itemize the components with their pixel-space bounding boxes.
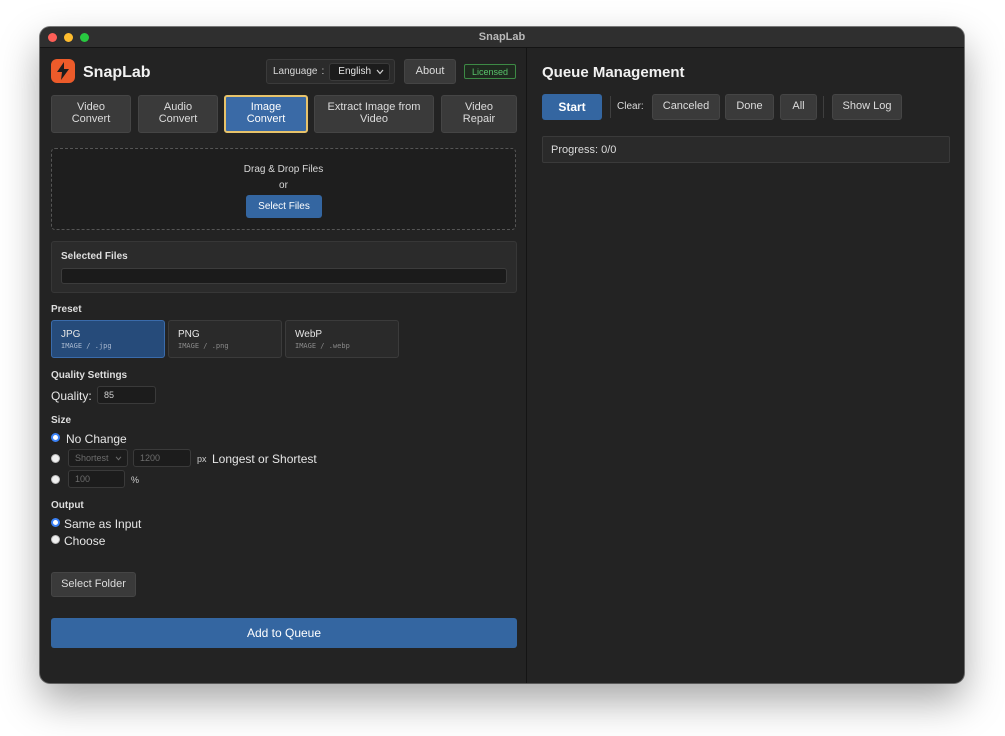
about-button[interactable]: About	[404, 59, 456, 84]
license-badge: Licensed	[464, 64, 516, 79]
selected-files-title: Selected Files	[61, 251, 128, 262]
size-px-input[interactable]: 1200	[133, 449, 191, 467]
zoom-window-button[interactable]	[80, 33, 89, 42]
language-value: English	[338, 66, 372, 77]
output-same-radio[interactable]	[51, 518, 60, 527]
queue-title: Queue Management	[542, 64, 685, 81]
select-folder-button[interactable]: Select Folder	[51, 572, 136, 597]
add-to-queue-button[interactable]: Add to Queue	[51, 618, 517, 648]
progress-status: Progress: 0/0	[542, 136, 950, 163]
preset-format: IMAGE / .webp	[295, 342, 350, 350]
title-bar[interactable]: SnapLab	[40, 27, 964, 48]
quality-input[interactable]: 85	[97, 386, 156, 404]
left-panel: SnapLab Language : English About License…	[40, 48, 527, 683]
size-percent-unit: %	[131, 475, 140, 485]
preset-name: PNG	[178, 329, 200, 340]
size-no-change-radio[interactable]	[51, 433, 60, 442]
quality-label: Quality:	[51, 389, 92, 403]
output-choose-label: Choose	[64, 534, 106, 548]
toolbar-divider	[823, 96, 824, 118]
preset-jpg[interactable]: JPG IMAGE / .jpg	[51, 320, 165, 358]
lightning-bolt-icon	[51, 59, 75, 83]
tab-image-convert[interactable]: Image Convert	[224, 95, 308, 133]
tab-label-line2: Video	[360, 113, 388, 125]
language-separator: :	[321, 66, 325, 77]
selected-files-list[interactable]	[61, 268, 507, 284]
clear-canceled-button[interactable]: Canceled	[652, 94, 720, 120]
size-mode-dropdown[interactable]: Shortest	[68, 449, 128, 467]
size-longest-label: Longest or Shortest	[212, 452, 317, 466]
size-title: Size	[51, 415, 72, 426]
tab-label-line2: Convert	[246, 113, 286, 125]
tab-video-convert[interactable]: Video Convert	[51, 95, 131, 133]
tab-audio-convert[interactable]: Audio Convert	[138, 95, 218, 133]
preset-title: Preset	[51, 304, 82, 315]
preset-name: JPG	[61, 329, 81, 340]
clear-done-button[interactable]: Done	[725, 94, 774, 120]
window-controls	[48, 33, 89, 42]
tab-label-line2: Convert	[158, 113, 198, 125]
language-selector: Language : English	[266, 59, 395, 84]
minimize-window-button[interactable]	[64, 33, 73, 42]
select-files-button[interactable]: Select Files	[246, 195, 322, 218]
language-dropdown[interactable]: English	[329, 62, 391, 81]
selected-files-panel: Selected Files	[51, 241, 517, 293]
output-title: Output	[51, 500, 84, 511]
chevron-down-icon	[115, 456, 122, 461]
tab-label-line2: Convert	[71, 113, 111, 125]
quality-title: Quality Settings	[51, 370, 128, 381]
chevron-down-icon	[376, 69, 384, 74]
close-window-button[interactable]	[48, 33, 57, 42]
preset-webp[interactable]: WebP IMAGE / .webp	[285, 320, 399, 358]
preset-format: IMAGE / .jpg	[61, 342, 112, 350]
window-title: SnapLab	[478, 31, 526, 43]
queue-panel: Queue Management Start Clear: Canceled D…	[528, 48, 964, 683]
dropzone-or: or	[279, 180, 288, 191]
size-no-change-label: No Change	[66, 432, 127, 446]
show-log-button[interactable]: Show Log	[832, 94, 902, 120]
preset-png[interactable]: PNG IMAGE / .png	[168, 320, 282, 358]
size-percent-input[interactable]: 100	[68, 470, 125, 488]
size-longest-radio[interactable]	[51, 454, 60, 463]
start-button[interactable]: Start	[542, 94, 602, 120]
tab-label-line2: Repair	[462, 113, 496, 125]
output-choose-radio[interactable]	[51, 535, 60, 544]
file-dropzone[interactable]: Drag & Drop Files or Select Files	[51, 148, 516, 230]
clear-label: Clear:	[617, 101, 644, 112]
clear-all-button[interactable]: All	[780, 94, 817, 120]
tab-extract-image[interactable]: Extract Image from Video	[314, 95, 434, 133]
preset-format: IMAGE / .png	[178, 342, 229, 350]
language-label: Language	[273, 66, 318, 77]
size-px-unit: px	[197, 454, 207, 464]
app-name: SnapLab	[83, 64, 151, 81]
output-same-label: Same as Input	[64, 517, 142, 531]
dropzone-text: Drag & Drop Files	[243, 164, 324, 175]
preset-name: WebP	[295, 329, 323, 340]
toolbar-divider	[610, 96, 611, 118]
size-percent-radio[interactable]	[51, 475, 60, 484]
app-window: SnapLab SnapLab Language : English About…	[40, 27, 964, 683]
tab-video-repair[interactable]: Video Repair	[441, 95, 517, 133]
size-mode-value: Shortest	[75, 453, 109, 463]
